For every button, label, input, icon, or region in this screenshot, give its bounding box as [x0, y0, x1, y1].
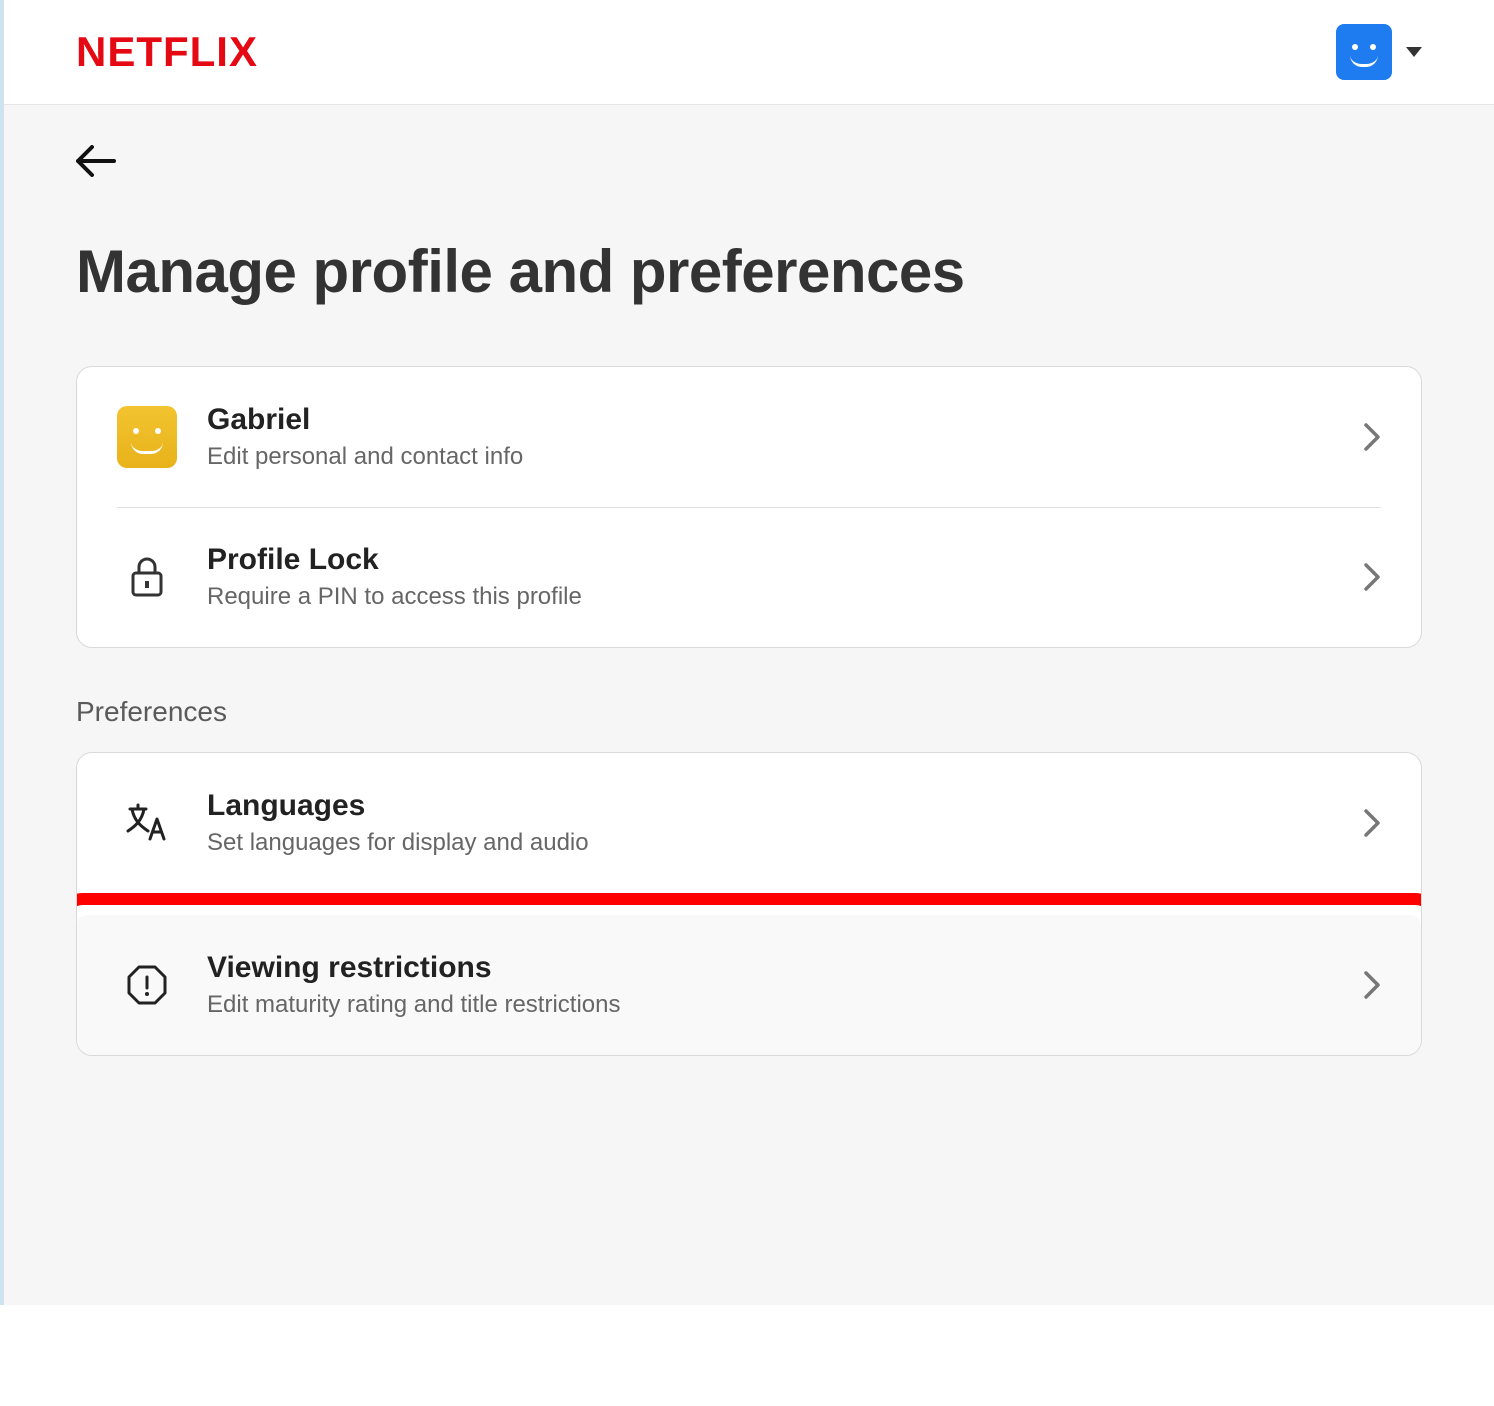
app-header: NETFLIX: [4, 0, 1494, 105]
row-text: Viewing restrictions Edit maturity ratin…: [207, 951, 1333, 1019]
row-text: Languages Set languages for display and …: [207, 789, 1333, 857]
row-subtitle: Edit personal and contact info: [207, 443, 1333, 471]
viewing-restrictions-highlight: Viewing restrictions Edit maturity ratin…: [76, 893, 1422, 1056]
chevron-right-icon: [1363, 562, 1381, 592]
row-title: Gabriel: [207, 403, 1333, 437]
row-text: Profile Lock Require a PIN to access thi…: [207, 543, 1333, 611]
row-text: Gabriel Edit personal and contact info: [207, 403, 1333, 471]
back-button[interactable]: [76, 145, 116, 177]
row-subtitle: Require a PIN to access this profile: [207, 583, 1333, 611]
caret-down-icon: [1406, 47, 1422, 57]
row-title: Viewing restrictions: [207, 951, 1333, 985]
preferences-section-label: Preferences: [76, 696, 1422, 728]
page-title: Manage profile and preferences: [76, 237, 1422, 306]
page-body: Manage profile and preferences Gabriel E…: [4, 105, 1494, 1305]
arrow-left-icon: [76, 145, 116, 177]
row-subtitle: Edit maturity rating and title restricti…: [207, 991, 1333, 1019]
chevron-right-icon: [1363, 970, 1381, 1000]
row-title: Profile Lock: [207, 543, 1333, 577]
profile-avatar-icon: [117, 406, 177, 468]
lock-icon: [117, 555, 177, 599]
row-subtitle: Set languages for display and audio: [207, 829, 1333, 857]
row-viewing-restrictions[interactable]: Viewing restrictions Edit maturity ratin…: [77, 915, 1421, 1055]
chevron-right-icon: [1363, 422, 1381, 452]
chevron-right-icon: [1363, 808, 1381, 838]
language-icon: [117, 803, 177, 843]
preferences-card: Languages Set languages for display and …: [76, 752, 1422, 1056]
warning-octagon-icon: [117, 963, 177, 1007]
profile-menu[interactable]: [1336, 24, 1422, 80]
profile-card: Gabriel Edit personal and contact info P…: [76, 366, 1422, 648]
current-profile-avatar: [1336, 24, 1392, 80]
row-title: Languages: [207, 789, 1333, 823]
row-profile-lock[interactable]: Profile Lock Require a PIN to access thi…: [77, 507, 1421, 647]
row-edit-profile[interactable]: Gabriel Edit personal and contact info: [77, 367, 1421, 507]
netflix-logo[interactable]: NETFLIX: [76, 28, 258, 76]
row-languages[interactable]: Languages Set languages for display and …: [77, 753, 1421, 893]
